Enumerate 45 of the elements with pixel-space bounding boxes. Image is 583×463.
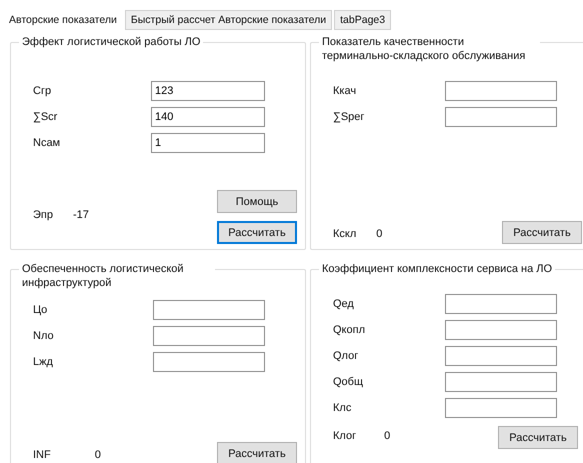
input-field[interactable] bbox=[153, 300, 265, 320]
field-label: Клс bbox=[333, 402, 352, 414]
field-label: Qлог bbox=[333, 350, 360, 362]
field-label: ∑Sрег bbox=[333, 111, 366, 123]
input-field[interactable]: 1 bbox=[151, 133, 265, 153]
input-field[interactable] bbox=[445, 320, 557, 340]
result-value: 0 bbox=[384, 430, 390, 442]
input-field[interactable] bbox=[153, 326, 265, 346]
field-label: Qобщ bbox=[333, 376, 364, 388]
input-field[interactable] bbox=[445, 294, 557, 314]
input-field[interactable] bbox=[445, 81, 557, 101]
group-title: Обеспеченность логистической инфраструктурой bbox=[19, 262, 215, 290]
result-label: Эпр bbox=[33, 209, 53, 221]
button[interactable]: Рассчитать bbox=[217, 221, 297, 244]
input-field[interactable] bbox=[445, 398, 557, 418]
input-field[interactable] bbox=[445, 372, 557, 392]
group-title: Показатель качественности терминально-складского обслуживания bbox=[319, 35, 540, 63]
input-field[interactable]: 140 bbox=[151, 107, 265, 127]
group-title: Коэффициент комплексности сервиса на ЛО bbox=[319, 262, 556, 276]
field-label: Qкопл bbox=[333, 324, 366, 336]
field-label: Ккач bbox=[333, 85, 358, 97]
result-value: 0 bbox=[376, 228, 382, 240]
result-label: Клог bbox=[333, 430, 356, 442]
input-field[interactable]: 123 bbox=[151, 81, 265, 101]
field-label: Nсам bbox=[33, 137, 62, 149]
button[interactable]: Рассчитать bbox=[502, 221, 582, 244]
field-label: ∑Scr bbox=[33, 111, 58, 123]
result-value: 0 bbox=[94, 449, 101, 461]
button[interactable]: Рассчитать bbox=[217, 442, 297, 463]
field-label: Lжд bbox=[33, 356, 54, 368]
result-value: -17 bbox=[72, 209, 89, 221]
input-field[interactable] bbox=[445, 107, 557, 127]
field-label: Qед bbox=[333, 298, 355, 310]
field-label: Nло bbox=[33, 330, 55, 342]
button[interactable]: Помощь bbox=[217, 190, 297, 213]
tab[interactable]: tabPage3 bbox=[334, 10, 392, 30]
button[interactable]: Рассчитать bbox=[498, 426, 578, 449]
result-label: INF bbox=[33, 449, 51, 461]
tab[interactable]: Быстрый рассчет Авторские показатели bbox=[124, 10, 332, 30]
result-label: Кскл bbox=[333, 228, 356, 240]
input-field[interactable] bbox=[153, 352, 265, 372]
field-label: Цо bbox=[33, 304, 48, 316]
field-label: Cгр bbox=[33, 85, 52, 97]
group-title: Эффект логистической работы ЛО bbox=[19, 35, 204, 49]
input-field[interactable] bbox=[445, 346, 557, 366]
